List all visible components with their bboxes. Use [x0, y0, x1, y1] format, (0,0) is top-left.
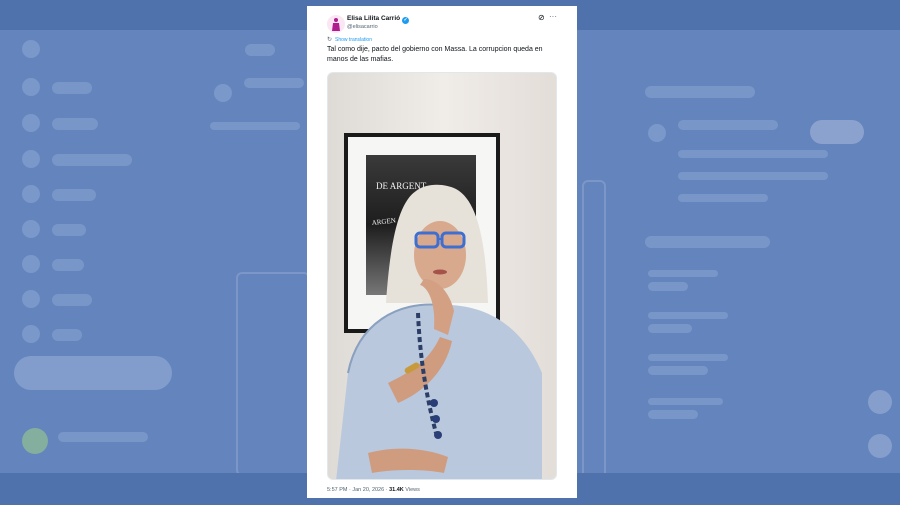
verified-badge-icon: ✓: [402, 17, 410, 24]
background-header-label: [245, 44, 275, 56]
background-nav-icon: [22, 185, 40, 203]
background-nav-icon: [22, 290, 40, 308]
background-trend-text: [648, 410, 698, 419]
background-trend-text: [648, 354, 728, 361]
background-more-button: [868, 390, 892, 414]
background-media-card: [582, 180, 606, 484]
background-sidebar-title: [645, 236, 770, 248]
background-sidebar-text: [678, 172, 828, 180]
tweet-time[interactable]: 5:57 PM · Jan 20, 2026 ·: [327, 487, 389, 493]
background-sidebar-title: [645, 86, 755, 98]
background-account-name: [58, 432, 148, 442]
show-translation-label: Show translation: [335, 37, 372, 43]
background-nav-icon: [22, 40, 40, 58]
background-nav-icon: [22, 220, 40, 238]
background-media-card: [236, 272, 310, 476]
background-account-avatar: [22, 428, 48, 454]
background-nav-label: [52, 259, 84, 271]
author-avatar[interactable]: [327, 15, 345, 33]
background-left-nav: [0, 30, 200, 473]
views-count: 31.4K: [389, 487, 404, 493]
tweet-card: Elisa Lilita Carrió ✓ @elisacarrio ⊘ ··· …: [307, 6, 577, 498]
tweet-photo[interactable]: DE ARGENT ARGEN: [327, 72, 557, 480]
background-nav-label: [52, 82, 92, 94]
background-nav-icon: [22, 255, 40, 273]
more-icon[interactable]: ···: [549, 12, 557, 21]
background-sidebar-text: [678, 194, 768, 202]
background-trend-text: [648, 324, 692, 333]
author-name-row[interactable]: Elisa Lilita Carrió ✓: [347, 15, 410, 24]
background-nav-label: [52, 189, 96, 201]
background-nav-label: [52, 154, 132, 166]
background-trend-text: [648, 270, 718, 277]
background-feed-text: [244, 78, 304, 88]
background-trend-text: [648, 282, 688, 291]
background-nav-label: [52, 118, 98, 130]
background-more-button: [868, 434, 892, 458]
translate-icon: ↻: [327, 37, 333, 43]
background-post-button: [14, 356, 172, 390]
views-label: Views: [403, 487, 420, 493]
background-nav-icon: [22, 114, 40, 132]
background-trend-text: [648, 398, 723, 405]
tweet-text: Tal como dije, pacto del gobierno con Ma…: [327, 46, 543, 63]
background-nav-icon: [22, 150, 40, 168]
author-name[interactable]: Elisa Lilita Carrió: [347, 15, 400, 22]
background-nav-label: [52, 224, 86, 236]
grok-icon[interactable]: ⊘: [538, 14, 546, 22]
background-nav-icon: [22, 325, 40, 343]
background-follow-button: [810, 120, 864, 144]
background-nav-icon: [22, 78, 40, 96]
photo-image: DE ARGENT ARGEN: [328, 73, 556, 479]
background-feed-avatar: [214, 84, 232, 102]
background-sidebar-text: [678, 120, 778, 130]
background-feed-text: [210, 122, 300, 130]
background-trend-text: [648, 366, 708, 375]
background-nav-label: [52, 294, 92, 306]
avatar-figure-icon: [332, 18, 340, 31]
background-trend-text: [648, 312, 728, 319]
show-translation-link[interactable]: ↻ Show translation: [327, 36, 372, 43]
background-sidebar-text: [678, 150, 828, 158]
tweet-footer: 5:57 PM · Jan 20, 2026 · 31.4K Views: [327, 487, 420, 493]
background-nav-label: [52, 329, 82, 341]
author-handle[interactable]: @elisacarrio: [347, 24, 378, 30]
background-sidebar-avatar: [648, 124, 666, 142]
